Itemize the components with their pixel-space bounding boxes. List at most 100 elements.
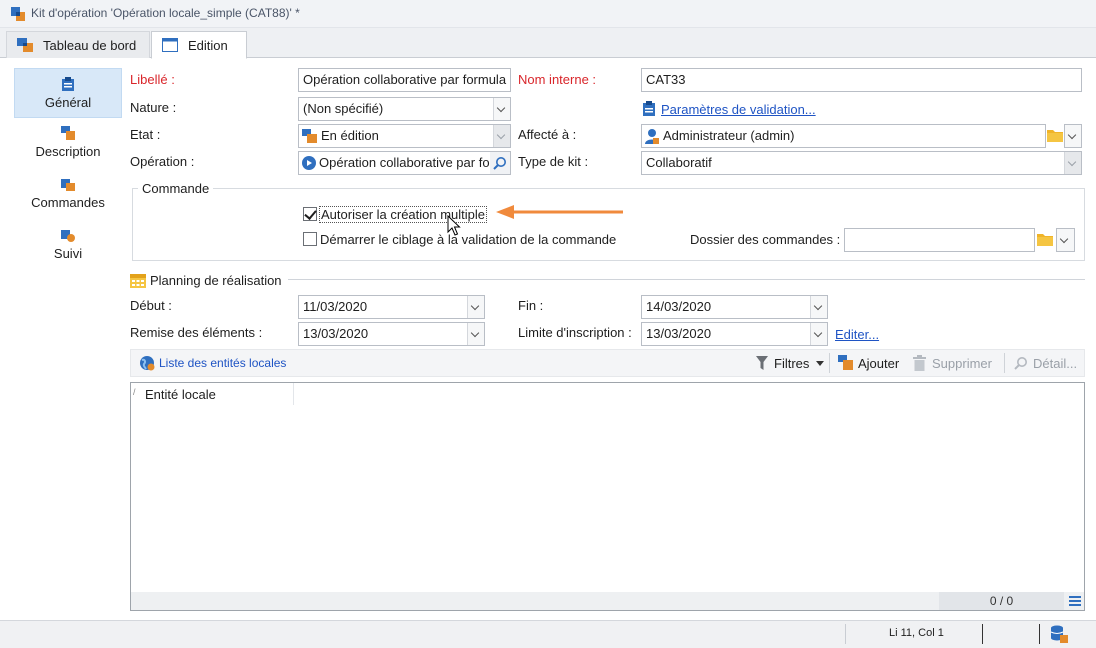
tab-tableau-de-bord[interactable]: Tableau de bord — [6, 31, 150, 58]
operation-label: Opération : — [130, 154, 195, 169]
delete-icon — [913, 355, 926, 371]
chevron-down-icon[interactable] — [810, 296, 827, 318]
affecte-label: Affecté à : — [518, 127, 577, 142]
limite-value: 13/03/2020 — [646, 326, 712, 341]
etat-label: Etat : — [130, 127, 161, 142]
affecte-dropdown[interactable] — [1064, 124, 1082, 148]
suivi-icon — [61, 230, 75, 242]
demarrer-ciblage-checkbox[interactable] — [303, 232, 317, 246]
nom-interne-input[interactable]: CAT33 — [641, 68, 1082, 92]
dossier-commandes-input[interactable] — [844, 228, 1035, 252]
database-icon[interactable] — [1050, 625, 1068, 643]
nature-value: (Non spécifié) — [303, 101, 384, 116]
column-divider — [293, 383, 294, 405]
cursor-position: Li 11, Col 1 — [889, 627, 944, 639]
column-header-entite-locale[interactable]: Entité locale — [145, 387, 216, 402]
parametres-validation-link[interactable]: Paramètres de validation... — [661, 102, 816, 117]
nom-interne-label: Nom interne : — [518, 72, 597, 87]
kit-icon — [11, 7, 25, 21]
libelle-label: Libellé : — [130, 72, 175, 87]
detail-button[interactable]: Détail... — [1013, 355, 1079, 373]
etat-value: En édition — [321, 128, 379, 143]
autoriser-multiple-checkbox[interactable] — [303, 207, 317, 221]
clipboard-icon — [643, 101, 655, 116]
description-icon — [61, 126, 75, 140]
commande-group-title: Commande — [138, 181, 214, 196]
menu-lines-icon[interactable] — [1069, 595, 1081, 607]
add-entity-icon — [838, 355, 853, 370]
sidebar-item-suivi[interactable]: Suivi — [14, 220, 122, 270]
chevron-down-icon[interactable] — [810, 323, 827, 345]
fin-date-input[interactable]: 14/03/2020 — [641, 295, 828, 319]
filters-button[interactable]: Filtres — [754, 355, 826, 373]
dossier-dropdown[interactable] — [1056, 228, 1075, 252]
operation-input[interactable]: Opération collaborative par fo — [298, 151, 511, 175]
type-kit-label: Type de kit : — [518, 154, 589, 169]
planning-title: Planning de réalisation — [150, 273, 282, 288]
nature-select[interactable]: (Non spécifié) — [298, 97, 511, 121]
fin-value: 14/03/2020 — [646, 299, 712, 314]
chevron-down-icon[interactable] — [467, 296, 484, 318]
tab-label: Tableau de bord — [43, 38, 137, 53]
add-label: Ajouter — [858, 356, 900, 371]
caret-down-icon — [816, 361, 824, 366]
debut-date-input[interactable]: 11/03/2020 — [298, 295, 485, 319]
calendar-icon — [130, 274, 146, 288]
affecte-input[interactable]: Administrateur (admin) — [641, 124, 1046, 148]
detail-label: Détail... — [1033, 356, 1078, 371]
editer-link[interactable]: Editer... — [835, 327, 879, 342]
row-counter: 0 / 0 — [939, 592, 1064, 610]
type-kit-value: Collaboratif — [646, 155, 712, 170]
limite-date-input[interactable]: 13/03/2020 — [641, 322, 828, 346]
dashboard-icon — [17, 38, 33, 52]
local-entities-grid[interactable] — [130, 382, 1085, 611]
sidebar-item-commandes[interactable]: Commandes — [14, 169, 122, 219]
chevron-down-icon[interactable] — [467, 323, 484, 345]
folder-icon[interactable] — [1037, 232, 1053, 246]
remise-date-input[interactable]: 13/03/2020 — [298, 322, 485, 346]
kit-icon — [302, 129, 317, 143]
sidebar-item-description[interactable]: Description — [14, 118, 122, 168]
toolbar-separator — [1004, 353, 1005, 373]
annotation-arrow — [496, 205, 623, 219]
window-title: Kit d'opération 'Opération locale_simple… — [31, 6, 300, 20]
debut-value: 11/03/2020 — [303, 299, 368, 314]
delete-button[interactable]: Supprimer — [912, 355, 996, 373]
tab-edition[interactable]: Edition — [151, 31, 247, 59]
remise-label: Remise des éléments : — [130, 325, 263, 340]
remise-value: 13/03/2020 — [303, 326, 369, 341]
chevron-down-icon[interactable] — [1064, 152, 1081, 174]
filters-label: Filtres — [774, 356, 810, 371]
chevron-down-icon[interactable] — [493, 125, 510, 147]
add-button[interactable]: Ajouter — [838, 355, 904, 373]
sidebar-item-label: Général — [44, 95, 92, 110]
demarrer-ciblage-label[interactable]: Démarrer le ciblage à la validation de l… — [320, 232, 616, 247]
column-sort-indicator: / — [133, 387, 136, 397]
sidebar-item-label: Description — [35, 144, 101, 159]
filter-icon — [756, 356, 768, 370]
debut-label: Début : — [130, 298, 172, 313]
etat-select[interactable]: En édition — [298, 124, 511, 148]
affecte-value: Administrateur (admin) — [663, 128, 795, 143]
sidebar-item-label: Commandes — [31, 195, 105, 210]
folder-icon[interactable] — [1047, 128, 1063, 142]
dossier-commandes-label: Dossier des commandes : — [690, 232, 841, 247]
sidebar-item-general[interactable]: Général — [14, 68, 122, 118]
status-separator — [845, 624, 846, 644]
title-bar: Kit d'opération 'Opération locale_simple… — [0, 0, 1096, 28]
clipboard-icon — [62, 77, 74, 91]
libelle-input[interactable]: Opération collaborative par formula — [298, 68, 511, 92]
chevron-down-icon[interactable] — [1057, 229, 1074, 251]
tab-label: Edition — [188, 38, 228, 53]
delete-label: Supprimer — [932, 356, 992, 371]
chevron-down-icon[interactable] — [1065, 125, 1081, 147]
chevron-down-icon[interactable] — [493, 98, 510, 120]
play-icon — [302, 156, 316, 170]
sidebar-item-label: Suivi — [53, 246, 83, 261]
autoriser-multiple-label[interactable]: Autoriser la création multiple — [319, 206, 488, 223]
type-kit-select[interactable]: Collaboratif — [641, 151, 1082, 175]
search-icon — [1014, 357, 1027, 370]
search-button[interactable] — [490, 152, 510, 174]
fin-label: Fin : — [518, 298, 544, 313]
list-title: Liste des entités locales — [159, 356, 287, 370]
